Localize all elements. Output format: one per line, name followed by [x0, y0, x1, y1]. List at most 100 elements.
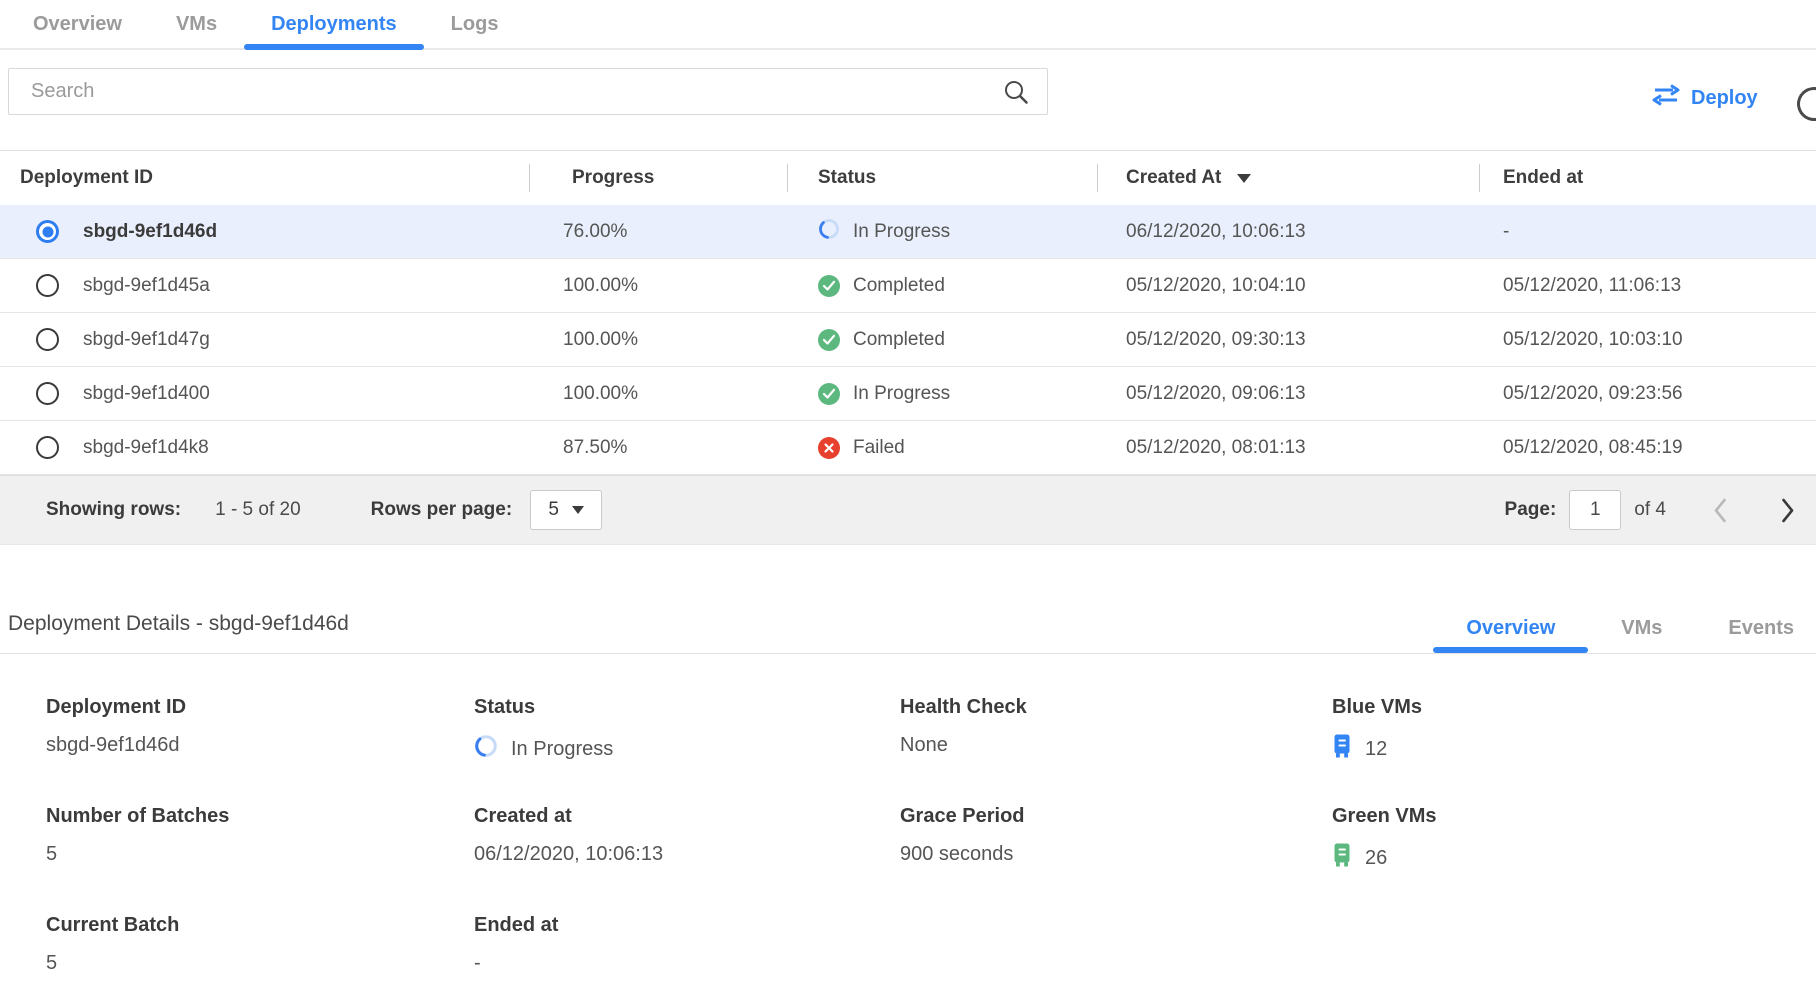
refresh-icon[interactable] [1794, 84, 1816, 124]
created-at-value: 05/12/2020, 09:30:13 [1097, 329, 1479, 351]
radio-button-selected[interactable] [36, 220, 59, 243]
deployments-page: Overview VMs Deployments Logs Deploy Dep… [0, 0, 1816, 992]
created-at-value: 05/12/2020, 10:04:10 [1097, 275, 1479, 297]
progress-value: 76.00% [529, 221, 787, 243]
field-label: Current Batch [46, 914, 474, 937]
status-text: Failed [853, 437, 905, 459]
status-text: Completed [853, 275, 945, 297]
vm-icon [1332, 843, 1352, 874]
field-ended-at: Ended at - [474, 914, 900, 992]
table-row[interactable]: sbgd-9ef1d45a 100.00% Completed 05/12/20… [0, 259, 1816, 313]
table-body: sbgd-9ef1d46d 76.00% In Progress 06/12/2… [0, 205, 1816, 475]
field-deployment-id: Deployment ID sbgd-9ef1d46d [46, 696, 474, 805]
table-footer: Showing rows: 1 - 5 of 20 Rows per page:… [0, 475, 1816, 545]
field-green-vms: Green VMs 26 [1332, 805, 1816, 914]
next-page-icon[interactable] [1780, 497, 1795, 524]
field-value: 12 [1332, 734, 1816, 765]
field-health-check: Health Check None [900, 696, 1332, 805]
progress-value: 100.00% [529, 329, 787, 351]
table-row[interactable]: sbgd-9ef1d47g 100.00% Completed 05/12/20… [0, 313, 1816, 367]
details-tab-overview[interactable]: Overview [1433, 603, 1588, 653]
field-label: Status [474, 696, 900, 719]
progress-value: 100.00% [529, 383, 787, 405]
showing-rows-label: Showing rows: [46, 499, 181, 521]
table-row[interactable]: sbgd-9ef1d46d 76.00% In Progress 06/12/2… [0, 205, 1816, 259]
field-status: Status In Progress [474, 696, 900, 805]
details-title: Deployment Details - sbgd-9ef1d46d [8, 612, 349, 636]
created-at-value: 06/12/2020, 10:06:13 [1097, 221, 1479, 243]
in-progress-spinner-icon [818, 218, 840, 246]
column-header-status: Status [787, 151, 1097, 205]
tab-overview[interactable]: Overview [6, 0, 149, 48]
status-text: In Progress [853, 221, 950, 243]
field-value: In Progress [474, 734, 900, 764]
status-text: In Progress [853, 383, 950, 405]
created-at-value: 05/12/2020, 09:06:13 [1097, 383, 1479, 405]
field-label: Green VMs [1332, 805, 1816, 828]
page-label: Page: [1505, 499, 1557, 521]
details-tab-events[interactable]: Events [1695, 603, 1816, 653]
radio-button[interactable] [36, 382, 59, 405]
tab-vms[interactable]: VMs [149, 0, 244, 48]
details-tab-vms[interactable]: VMs [1588, 603, 1695, 653]
deploy-button-label: Deploy [1691, 87, 1758, 110]
field-value: 5 [46, 952, 474, 975]
details-grid: Deployment ID sbgd-9ef1d46d Status In Pr… [46, 696, 1816, 992]
created-at-value: 05/12/2020, 08:01:13 [1097, 437, 1479, 459]
progress-value: 100.00% [529, 275, 787, 297]
rows-per-page-value: 5 [548, 499, 559, 521]
showing-rows-value: 1 - 5 of 20 [215, 499, 301, 521]
deployment-id: sbgd-9ef1d46d [83, 221, 217, 243]
field-value: 5 [46, 843, 474, 866]
table-row[interactable]: sbgd-9ef1d4k8 87.50% Failed 05/12/2020, … [0, 421, 1816, 475]
radio-button[interactable] [36, 436, 59, 459]
deployment-id: sbgd-9ef1d45a [83, 275, 210, 297]
search-input[interactable] [8, 68, 1048, 115]
top-tab-bar: Overview VMs Deployments Logs [0, 0, 1816, 50]
details-divider [0, 653, 1816, 654]
vm-icon [1332, 734, 1352, 765]
chevron-down-icon [572, 506, 584, 514]
column-header-created-at-label: Created At [1126, 167, 1221, 189]
field-label: Health Check [900, 696, 1332, 719]
field-value: 26 [1332, 843, 1816, 874]
table-row[interactable]: sbgd-9ef1d400 100.00% In Progress 05/12/… [0, 367, 1816, 421]
field-grace-period: Grace Period 900 seconds [900, 805, 1332, 914]
page-number-input[interactable] [1569, 490, 1621, 530]
column-header-deployment-id: Deployment ID [0, 151, 529, 205]
failed-icon [818, 437, 840, 459]
field-current-batch: Current Batch 5 [46, 914, 474, 992]
sort-desc-icon [1237, 174, 1251, 183]
field-label: Grace Period [900, 805, 1332, 828]
field-label: Ended at [474, 914, 900, 937]
details-tab-bar: Overview VMs Events [1433, 603, 1816, 653]
completed-icon [818, 275, 840, 297]
field-value: - [474, 952, 900, 975]
tab-logs[interactable]: Logs [424, 0, 526, 48]
radio-button[interactable] [36, 328, 59, 351]
field-label: Created at [474, 805, 900, 828]
table-header: Deployment ID Progress Status Created At… [0, 150, 1816, 205]
rows-per-page-select[interactable]: 5 [530, 490, 602, 530]
ended-at-value: 05/12/2020, 10:03:10 [1479, 329, 1816, 351]
tab-deployments[interactable]: Deployments [244, 0, 424, 48]
completed-icon [818, 383, 840, 405]
deployment-id: sbgd-9ef1d4k8 [83, 437, 209, 459]
pagination: Page: of 4 [1505, 490, 1795, 530]
deployment-id: sbgd-9ef1d400 [83, 383, 210, 405]
radio-button[interactable] [36, 274, 59, 297]
rows-per-page-label: Rows per page: [371, 499, 512, 521]
in-progress-spinner-icon [474, 734, 498, 764]
column-header-created-at[interactable]: Created At [1097, 151, 1479, 205]
field-value: sbgd-9ef1d46d [46, 734, 474, 757]
field-label: Deployment ID [46, 696, 474, 719]
field-value: None [900, 734, 1332, 757]
field-label: Number of Batches [46, 805, 474, 828]
status-text: Completed [853, 329, 945, 351]
field-created-at: Created at 06/12/2020, 10:06:13 [474, 805, 900, 914]
deploy-button[interactable]: Deploy [1652, 84, 1758, 112]
field-blue-vms: Blue VMs 12 [1332, 696, 1816, 805]
column-header-progress: Progress [529, 151, 787, 205]
field-label: Blue VMs [1332, 696, 1816, 719]
prev-page-icon[interactable] [1713, 497, 1728, 524]
